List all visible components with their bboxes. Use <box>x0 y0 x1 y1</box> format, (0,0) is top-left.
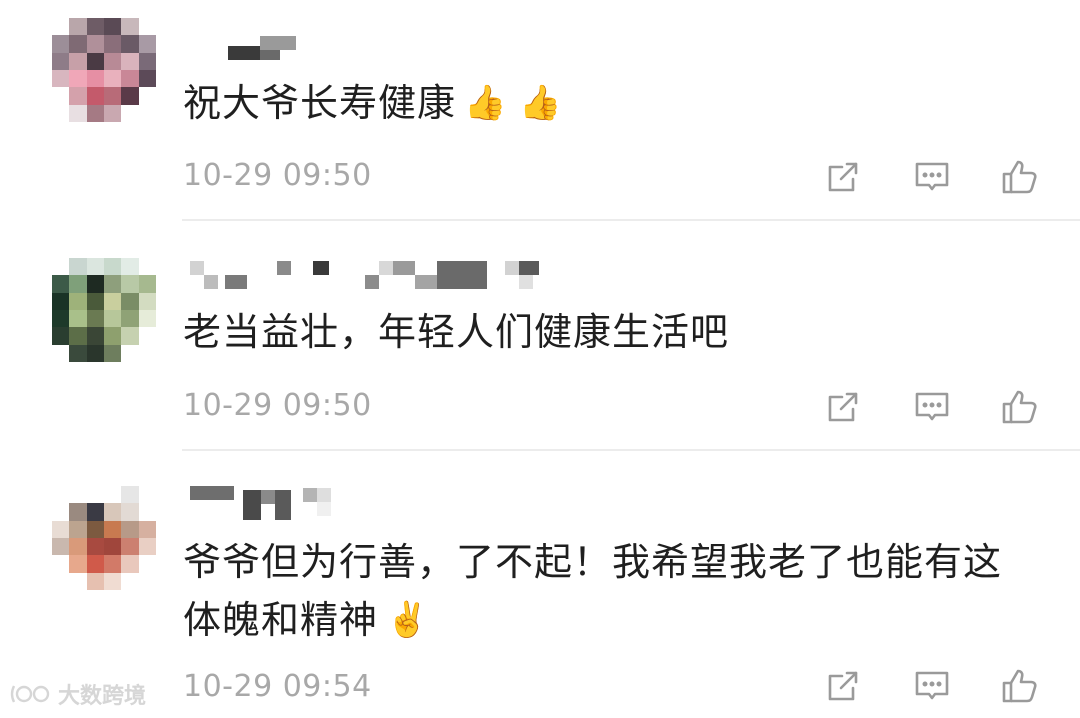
comment-list: 祝大爷长寿健康 👍 👍 10-29 09:50 老当益壮，年轻人们健康生活吧 1… <box>0 0 1080 718</box>
reply-button[interactable] <box>910 664 954 708</box>
comment-timestamp: 10-29 09:50 <box>183 158 372 193</box>
share-icon <box>828 392 858 422</box>
watermark-logo-icon <box>10 685 50 703</box>
comment-item: 祝大爷长寿健康 👍 👍 10-29 09:50 <box>0 0 1080 220</box>
comment-text: 祝大爷长寿健康 👍 👍 <box>183 81 563 125</box>
comment-icon <box>915 162 949 191</box>
avatar[interactable] <box>52 258 156 362</box>
comment-icon <box>915 392 949 421</box>
watermark: 大数跨境 <box>8 678 146 710</box>
like-button[interactable] <box>998 385 1042 429</box>
share-button[interactable] <box>821 155 865 199</box>
comment-timestamp: 10-29 09:54 <box>183 669 372 704</box>
avatar[interactable] <box>52 18 156 122</box>
comment-text-line: 爷爷但为行善，了不起！我希望我老了也能有这 <box>183 540 1003 584</box>
comment-text: 老当益壮，年轻人们健康生活吧 <box>183 310 730 354</box>
thumbs-up-icon <box>1002 669 1037 703</box>
comment-item: 老当益壮，年轻人们健康生活吧 10-29 09:50 <box>0 221 1080 450</box>
like-button[interactable] <box>998 155 1042 199</box>
comment-timestamp: 10-29 09:50 <box>183 388 372 423</box>
comment-item: 爷爷但为行善，了不起！我希望我老了也能有这 体魄和精神 ✌️ 10-29 09:5… <box>0 451 1080 718</box>
like-button[interactable] <box>998 664 1042 708</box>
share-icon <box>828 162 858 192</box>
share-button[interactable] <box>821 385 865 429</box>
avatar[interactable] <box>52 486 156 590</box>
comment-text-line: 体魄和精神 ✌️ <box>183 598 430 642</box>
thumbs-up-emoji: 👍 👍 <box>464 83 563 123</box>
reply-button[interactable] <box>910 385 954 429</box>
thumbs-up-icon <box>1002 160 1037 194</box>
comment-text: 爷爷但为行善，了不起！我希望我老了也能有这 体魄和精神 ✌️ <box>183 533 1002 649</box>
reply-button[interactable] <box>910 155 954 199</box>
share-icon <box>828 671 858 701</box>
victory-hand-emoji: ✌️ <box>386 600 430 640</box>
watermark-text: 大数跨境 <box>58 684 147 709</box>
comment-icon <box>915 671 949 700</box>
share-button[interactable] <box>821 664 865 708</box>
thumbs-up-icon <box>1002 390 1037 424</box>
